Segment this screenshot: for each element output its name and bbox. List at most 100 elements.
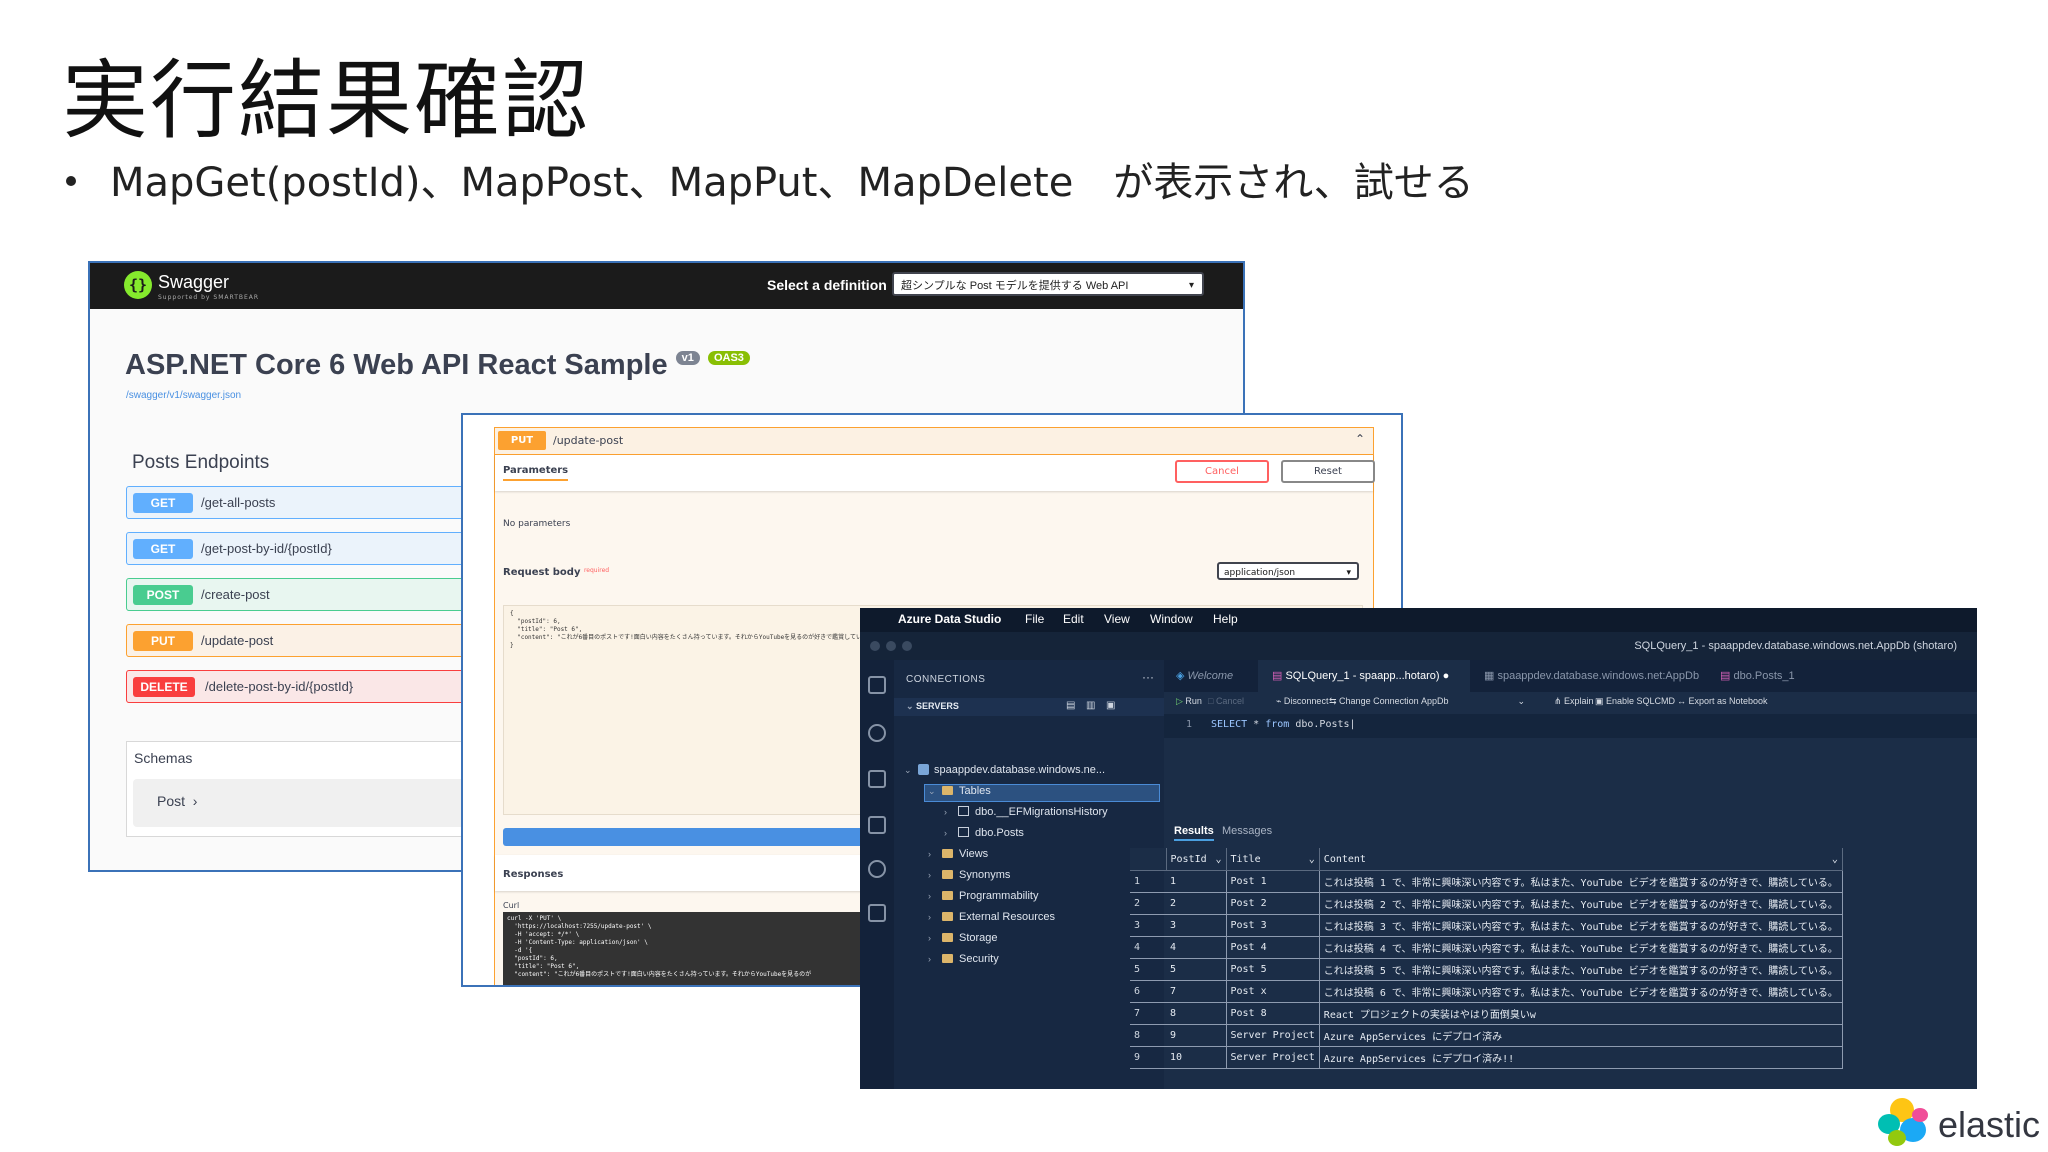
chevron-up-icon[interactable]: ⌃: [1355, 432, 1365, 446]
refresh-icon[interactable]: ▣: [1106, 700, 1115, 711]
run-button[interactable]: ▷ Run: [1176, 696, 1202, 707]
operation-get-all-posts[interactable]: GET /get-all-posts: [126, 486, 506, 519]
cell-postid[interactable]: 3: [1166, 914, 1227, 937]
new-connection-icon[interactable]: ▤: [1066, 700, 1075, 711]
cell-title[interactable]: Post 5: [1226, 958, 1320, 981]
minimize-window-button[interactable]: [886, 641, 896, 651]
menu-view[interactable]: View: [1104, 612, 1130, 626]
explorer-icon[interactable]: [868, 816, 886, 834]
cell-title[interactable]: Server Project: [1226, 1046, 1320, 1069]
tree-table-migrations[interactable]: › dbo.__EFMigrationsHistory: [944, 806, 1108, 826]
table-row[interactable]: 5 5 Post 5 これは投稿 5 で、非常に興味深い内容です。私はまた、YouTu…: [1130, 958, 1843, 981]
operation-header[interactable]: PUT /update-post ⌃: [494, 427, 1374, 455]
more-icon[interactable]: ···: [1142, 670, 1154, 684]
cell-content[interactable]: これは投稿 1 で、非常に興味深い内容です。私はまた、YouTube ビデオを鑑…: [1319, 870, 1843, 893]
menu-file[interactable]: File: [1025, 612, 1044, 626]
table-row[interactable]: 1 1 Post 1 これは投稿 1 で、非常に興味深い内容です。私はまた、YouTu…: [1130, 870, 1843, 893]
cancel-button[interactable]: Cancel: [1175, 460, 1269, 483]
menu-edit[interactable]: Edit: [1063, 612, 1084, 626]
column-header-postid[interactable]: PostId ⌄: [1166, 848, 1227, 871]
spec-url-link[interactable]: /swagger/v1/swagger.json: [126, 390, 241, 401]
tab-welcome[interactable]: ◈ Welcome: [1164, 660, 1258, 692]
cell-title[interactable]: Post 1: [1226, 870, 1320, 893]
cell-postid[interactable]: 8: [1166, 1002, 1227, 1025]
tab-messages[interactable]: Messages: [1222, 825, 1272, 837]
table-row[interactable]: 8 9 Server Project Azure AppServices にデプロイ済…: [1130, 1024, 1843, 1047]
operation-get-post-by-id[interactable]: GET /get-post-by-id/{postId}: [126, 532, 506, 565]
tree-programmability[interactable]: › Programmability: [928, 890, 1038, 910]
enable-sqlcmd-button[interactable]: ▣ Enable SQLCMD: [1595, 696, 1675, 707]
servers-section[interactable]: ⌄ SERVERS ▤ ▥ ▣: [894, 698, 1164, 716]
cell-content[interactable]: これは投稿 6 で、非常に興味深い内容です。私はまた、YouTube ビデオを鑑…: [1319, 980, 1843, 1003]
cell-postid[interactable]: 7: [1166, 980, 1227, 1003]
cell-title[interactable]: Post 2: [1226, 892, 1320, 915]
cell-title[interactable]: Post 4: [1226, 936, 1320, 959]
database-select[interactable]: AppDb ⌄: [1421, 696, 1525, 706]
tree-tables[interactable]: ⌄ Tables: [928, 785, 991, 805]
tree-table-posts[interactable]: › dbo.Posts: [944, 827, 1024, 847]
section-title[interactable]: Posts Endpoints: [132, 452, 269, 474]
menu-help[interactable]: Help: [1213, 612, 1238, 626]
cell-postid[interactable]: 10: [1166, 1046, 1227, 1069]
extensions-icon[interactable]: [868, 904, 886, 922]
cell-title[interactable]: Post 8: [1226, 1002, 1320, 1025]
column-header-content[interactable]: Content ⌄: [1319, 848, 1843, 871]
cancel-query-button[interactable]: □ Cancel: [1208, 696, 1244, 706]
tab-database[interactable]: ▦ spaappdev.database.windows.net:AppDb: [1476, 660, 1700, 692]
operation-update-post[interactable]: PUT /update-post: [126, 624, 506, 657]
table-row[interactable]: 6 7 Post x これは投稿 6 で、非常に興味深い内容です。私はまた、YouTu…: [1130, 980, 1843, 1003]
disconnect-button[interactable]: ⌁ Disconnect: [1276, 696, 1328, 707]
cell-content[interactable]: React プロジェクトの実装はやはり面倒臭いw: [1319, 1002, 1843, 1025]
tree-views[interactable]: › Views: [928, 848, 988, 868]
menu-window[interactable]: Window: [1150, 612, 1193, 626]
menu-app[interactable]: Azure Data Studio: [898, 612, 1001, 626]
cell-title[interactable]: Post x: [1226, 980, 1320, 1003]
tree-storage[interactable]: › Storage: [928, 932, 998, 952]
zoom-window-button[interactable]: [902, 641, 912, 651]
table-row[interactable]: 9 10 Server Project Azure AppServices にデプロイ…: [1130, 1046, 1843, 1069]
tree-server[interactable]: ⌄ spaappdev.database.windows.ne...: [904, 763, 1105, 784]
operation-create-post[interactable]: POST /create-post: [126, 578, 506, 611]
column-header-title[interactable]: Title ⌄: [1226, 848, 1320, 871]
change-connection-button[interactable]: ⇆ Change Connection: [1329, 696, 1419, 707]
schema-post[interactable]: Post ›: [133, 779, 513, 827]
notebooks-icon[interactable]: [868, 770, 886, 788]
cell-content[interactable]: Azure AppServices にデプロイ済み!!: [1319, 1046, 1843, 1069]
cell-content[interactable]: Azure AppServices にデプロイ済み: [1319, 1024, 1843, 1047]
tab-dbo-posts[interactable]: ▤ dbo.Posts_1: [1710, 660, 1830, 692]
version-badge: v1: [675, 351, 700, 365]
table-row[interactable]: 7 8 Post 8 React プロジェクトの実装はやはり面倒臭いw: [1130, 1002, 1843, 1025]
table-row[interactable]: 3 3 Post 3 これは投稿 3 で、非常に興味深い内容です。私はまた、YouTu…: [1130, 914, 1843, 937]
cell-postid[interactable]: 5: [1166, 958, 1227, 981]
explain-button[interactable]: ⋔ Explain: [1554, 696, 1594, 707]
tree-external-resources[interactable]: › External Resources: [928, 911, 1055, 931]
export-notebook-button[interactable]: ↔ Export as Notebook: [1677, 696, 1768, 706]
tab-results[interactable]: Results: [1174, 825, 1214, 841]
tree-synonyms[interactable]: › Synonyms: [928, 869, 1010, 889]
cell-postid[interactable]: 9: [1166, 1024, 1227, 1047]
sql-editor[interactable]: 1 SELECT * from dbo.Posts|: [1164, 714, 1977, 738]
cell-content[interactable]: これは投稿 2 で、非常に興味深い内容です。私はまた、YouTube ビデオを鑑…: [1319, 892, 1843, 915]
content-type-select[interactable]: application/json ▾: [1217, 562, 1359, 580]
cell-content[interactable]: これは投稿 3 で、非常に興味深い内容です。私はまた、YouTube ビデオを鑑…: [1319, 914, 1843, 937]
cell-title[interactable]: Server Project: [1226, 1024, 1320, 1047]
definition-select[interactable]: 超シンプルな Post モデルを提供する Web API ▾: [892, 272, 1204, 296]
tree-security[interactable]: › Security: [928, 953, 999, 973]
schemas-title[interactable]: Schemas: [134, 750, 192, 766]
cell-postid[interactable]: 2: [1166, 892, 1227, 915]
operation-delete-post[interactable]: DELETE /delete-post-by-id/{postId}: [126, 670, 506, 703]
cell-postid[interactable]: 4: [1166, 936, 1227, 959]
cell-content[interactable]: これは投稿 4 で、非常に興味深い内容です。私はまた、YouTube ビデオを鑑…: [1319, 936, 1843, 959]
reset-button[interactable]: Reset: [1281, 460, 1375, 483]
cell-postid[interactable]: 1: [1166, 870, 1227, 893]
search-icon[interactable]: [868, 724, 886, 742]
cell-content[interactable]: これは投稿 5 で、非常に興味深い内容です。私はまた、YouTube ビデオを鑑…: [1319, 958, 1843, 981]
table-row[interactable]: 2 2 Post 2 これは投稿 2 で、非常に興味深い内容です。私はまた、YouTu…: [1130, 892, 1843, 915]
tab-sqlquery[interactable]: ▤ SQLQuery_1 - spaapp...hotaro) ●: [1258, 660, 1470, 692]
table-row[interactable]: 4 4 Post 4 これは投稿 4 で、非常に興味深い内容です。私はまた、YouTu…: [1130, 936, 1843, 959]
connections-icon[interactable]: [868, 676, 886, 694]
close-window-button[interactable]: [870, 641, 880, 651]
source-control-icon[interactable]: [868, 860, 886, 878]
cell-title[interactable]: Post 3: [1226, 914, 1320, 937]
new-group-icon[interactable]: ▥: [1086, 700, 1095, 711]
